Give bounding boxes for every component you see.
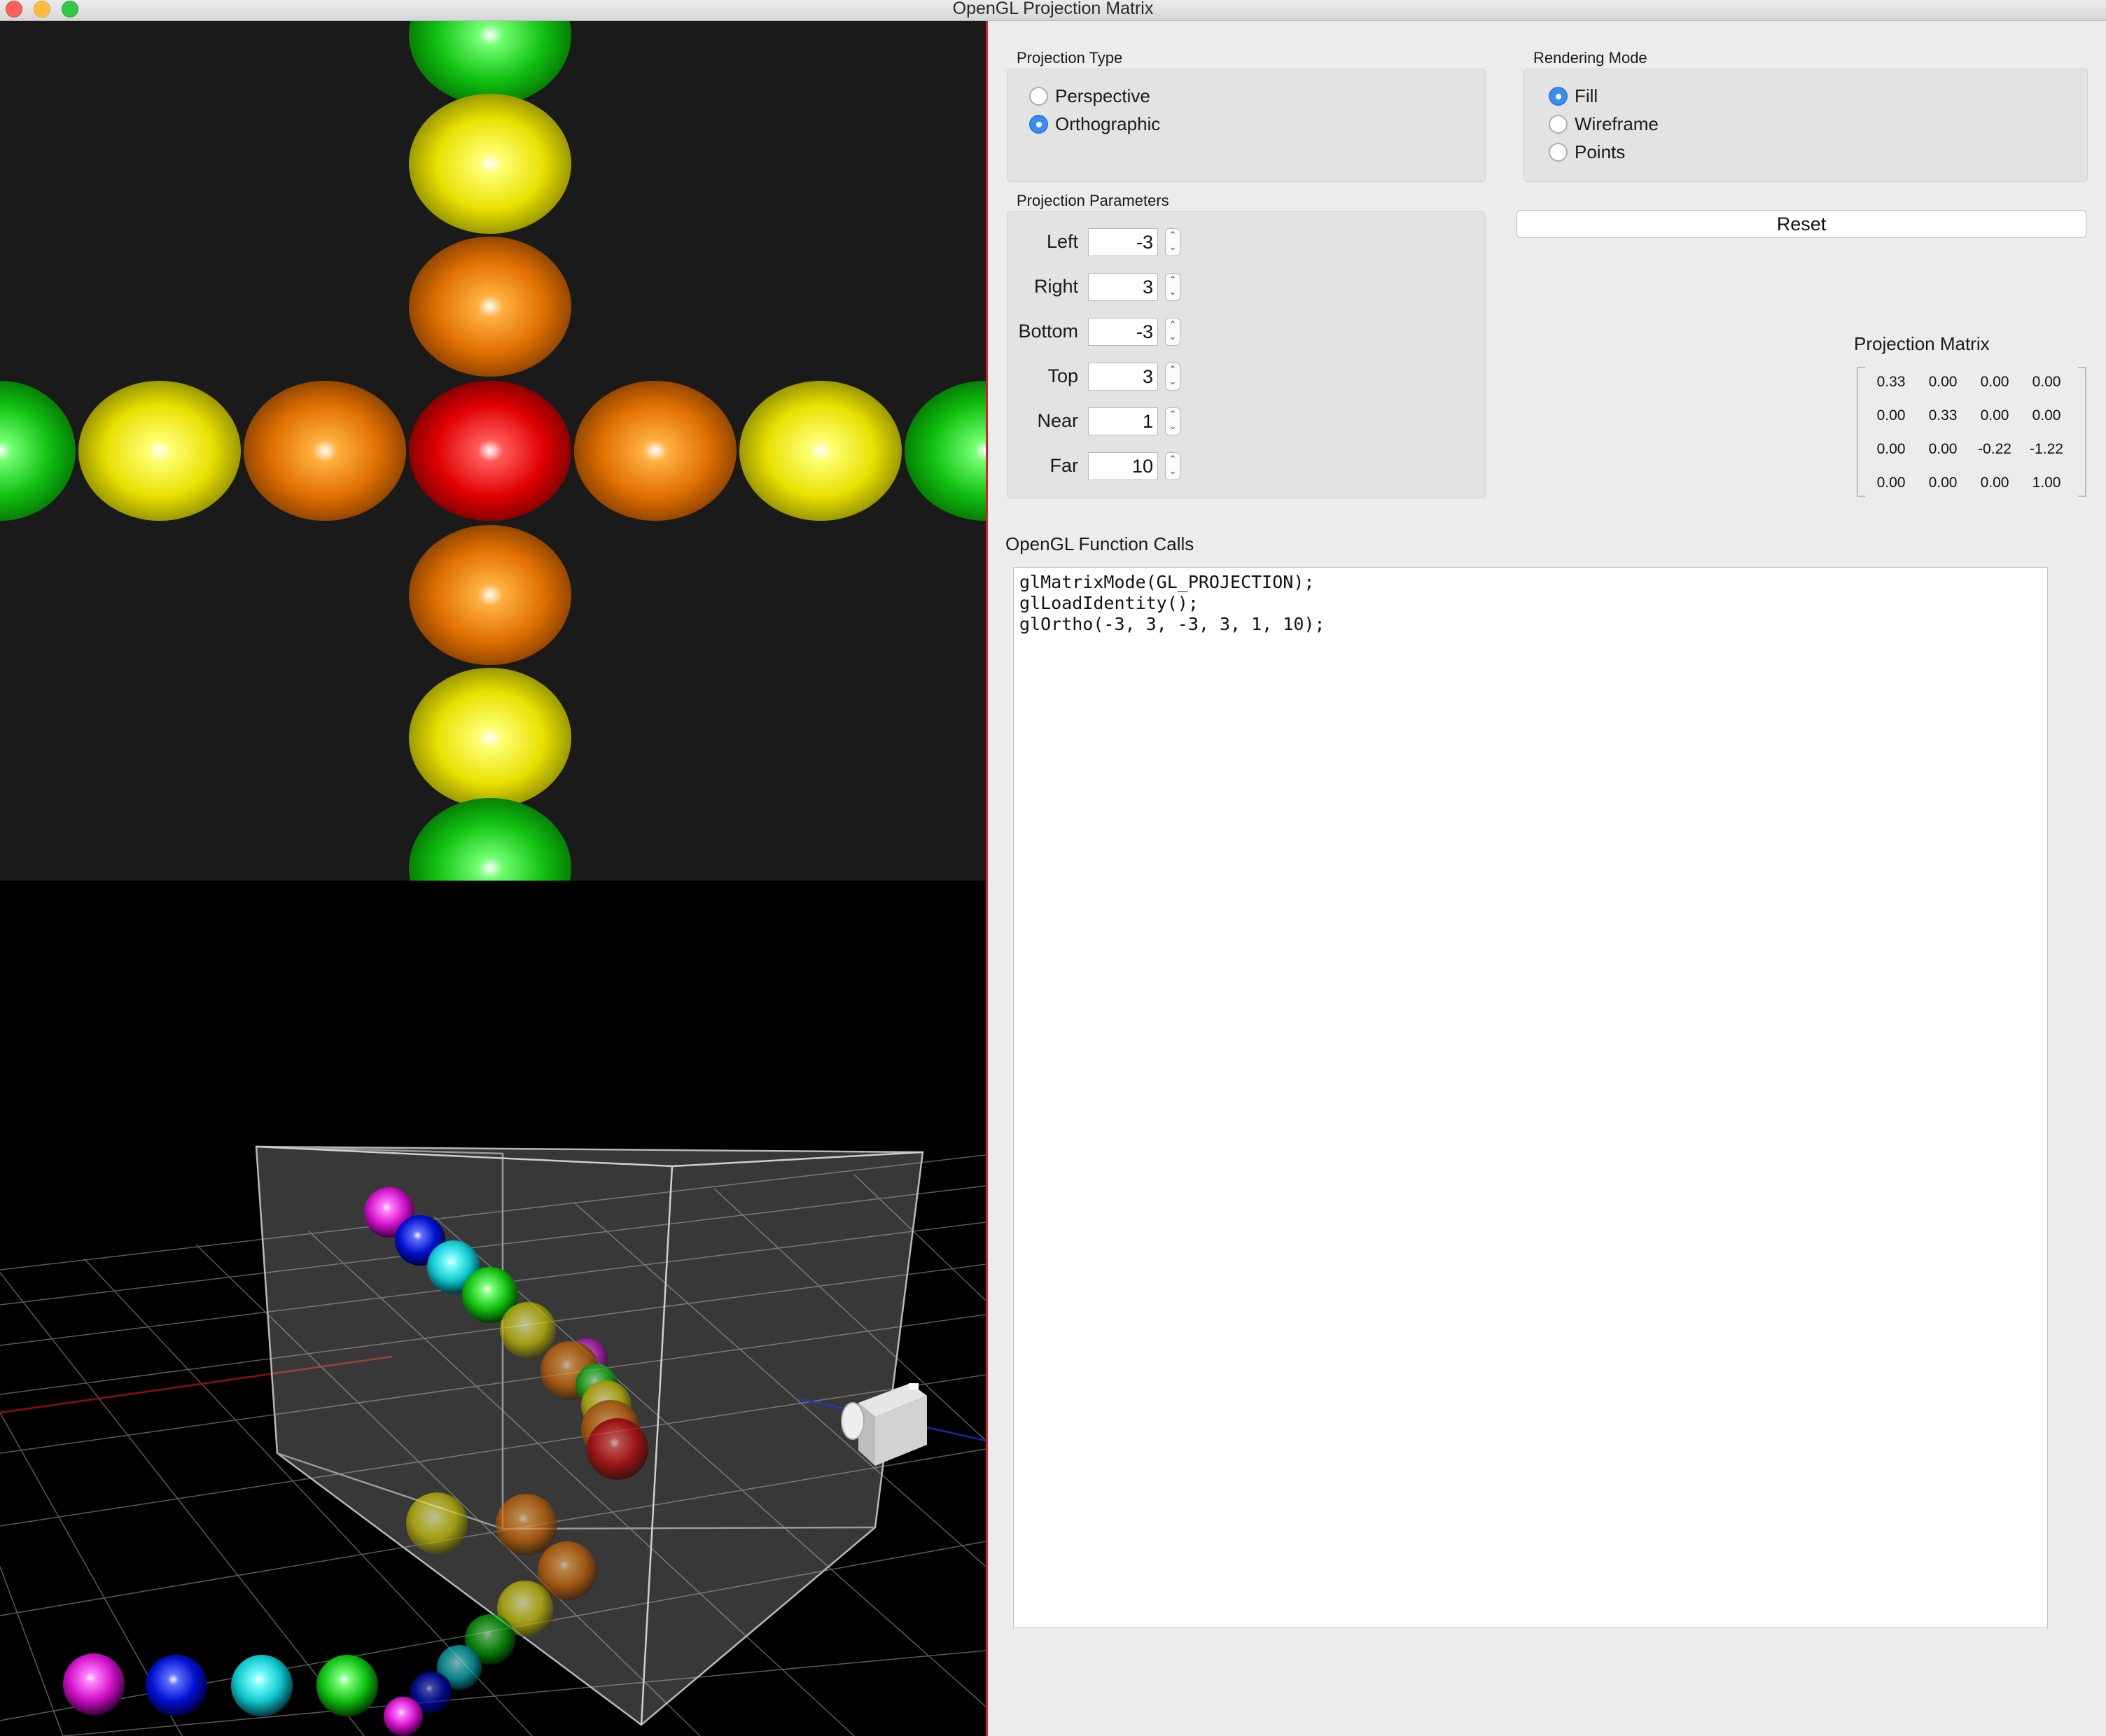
sphere-orange — [574, 381, 737, 521]
radio-button[interactable] — [1549, 143, 1568, 162]
projection-parameters-title: Projection Parameters — [1017, 192, 1169, 209]
matrix-cell: 0.00 — [1876, 441, 1906, 457]
radio-label: Wireframe — [1575, 113, 1659, 134]
function-calls-text[interactable]: glMatrixMode(GL_PROJECTION); glLoadIdent… — [1013, 567, 2048, 1628]
sphere-yellow — [409, 94, 571, 234]
radio-label: Perspective — [1055, 85, 1150, 106]
radio-points[interactable]: Points — [1549, 141, 1625, 163]
code-line: glLoadIdentity(); — [1019, 593, 1199, 613]
matrix-cell: -1.22 — [2030, 441, 2063, 457]
scene-viewport[interactable] — [0, 881, 986, 1736]
sphere-magenta — [63, 1653, 125, 1715]
sphere-orange — [244, 381, 406, 521]
radio-perspective[interactable]: Perspective — [1029, 85, 1150, 107]
left-stepper[interactable]: ⌃ ⌄ — [1165, 228, 1180, 256]
title-bar: OpenGL Projection Matrix — [0, 0, 2106, 21]
sphere-orange — [409, 237, 571, 377]
matrix-cell: 1.00 — [2032, 475, 2061, 491]
left-input[interactable] — [1088, 228, 1158, 256]
code-line: glOrtho(-3, 3, -3, 3, 1, 10); — [1019, 614, 1325, 634]
near-stepper[interactable]: ⌃ ⌄ — [1165, 407, 1180, 435]
function-calls-title: OpenGL Function Calls — [1005, 533, 1194, 554]
sphere-yellow — [78, 381, 241, 521]
sphere-green — [0, 381, 76, 521]
sphere-yellow — [409, 668, 571, 808]
matrix-cell: 0.00 — [1928, 374, 1958, 390]
sphere-red — [587, 1418, 648, 1480]
sphere-green — [409, 21, 571, 105]
projection-parameters-group — [1007, 211, 1486, 498]
matrix-cell: 0.00 — [1980, 475, 2009, 491]
radio-label: Fill — [1575, 85, 1598, 106]
top-stepper[interactable]: ⌃ ⌄ — [1165, 363, 1180, 391]
matrix-cell: 0.00 — [1980, 407, 2009, 424]
sphere-blue — [146, 1655, 207, 1716]
param-label-far: Far — [1049, 455, 1079, 476]
param-label-top: Top — [1047, 365, 1078, 386]
radio-button[interactable] — [1029, 87, 1048, 106]
radio-label: Points — [1575, 141, 1626, 162]
radio-orthographic[interactable]: Orthographic — [1029, 113, 1160, 135]
bottom-stepper[interactable]: ⌃ ⌄ — [1165, 318, 1180, 346]
radio-fill[interactable]: Fill — [1549, 85, 1598, 107]
code-line: glMatrixMode(GL_PROJECTION); — [1019, 572, 1315, 592]
matrix-cell: 0.00 — [2032, 407, 2061, 424]
sphere-orange — [409, 525, 571, 665]
radio-label: Orthographic — [1055, 113, 1161, 134]
projection-type-title: Projection Type — [1017, 49, 1123, 66]
projection-viewport[interactable] — [0, 21, 986, 881]
radio-button[interactable] — [1549, 115, 1568, 134]
sphere-red — [409, 381, 571, 521]
sphere-orange — [496, 1494, 557, 1555]
projection-matrix: 0.33 0.00 0.00 0.00 0.00 0.33 0.00 0.00 … — [1857, 367, 2086, 497]
matrix-cell: 0.00 — [2032, 374, 2061, 390]
sphere-magenta — [384, 1697, 423, 1736]
param-label-left: Left — [1046, 231, 1078, 252]
radio-button[interactable] — [1549, 87, 1568, 106]
sphere-green — [316, 1655, 378, 1716]
sphere-yellow — [406, 1492, 468, 1554]
matrix-cell: -0.22 — [1978, 441, 2011, 457]
near-input[interactable] — [1088, 407, 1158, 435]
window-title: OpenGL Projection Matrix — [952, 0, 1154, 18]
matrix-cell: 0.00 — [1928, 441, 1958, 457]
param-label-right: Right — [1033, 276, 1078, 297]
reset-button[interactable]: Reset — [1516, 210, 2086, 238]
param-label-bottom: Bottom — [1018, 321, 1078, 342]
radio-button[interactable] — [1029, 115, 1048, 134]
far-stepper[interactable]: ⌃ ⌄ — [1165, 452, 1180, 480]
right-stepper[interactable]: ⌃ ⌄ — [1165, 273, 1180, 301]
bottom-input[interactable] — [1088, 318, 1158, 346]
matrix-cell: 0.00 — [1928, 475, 1958, 491]
sphere-green — [409, 798, 571, 881]
rendering-mode-title: Rendering Mode — [1533, 49, 1647, 66]
matrix-cell: 0.00 — [1980, 374, 2009, 390]
sphere-green — [905, 381, 986, 521]
matrix-cell: 0.33 — [1876, 374, 1906, 390]
projection-matrix-title: Projection Matrix — [1854, 333, 1990, 354]
far-input[interactable] — [1088, 452, 1158, 480]
sphere-yellow — [500, 1302, 556, 1358]
matrix-cell: 0.33 — [1928, 407, 1958, 424]
sphere-yellow — [739, 381, 902, 521]
right-input[interactable] — [1088, 273, 1158, 301]
param-label-near: Near — [1037, 410, 1078, 431]
top-input[interactable] — [1088, 363, 1158, 391]
matrix-cell: 0.00 — [1876, 475, 1906, 491]
sphere-cyan — [231, 1655, 293, 1716]
matrix-cell: 0.00 — [1876, 407, 1906, 424]
radio-wireframe[interactable]: Wireframe — [1549, 113, 1659, 135]
